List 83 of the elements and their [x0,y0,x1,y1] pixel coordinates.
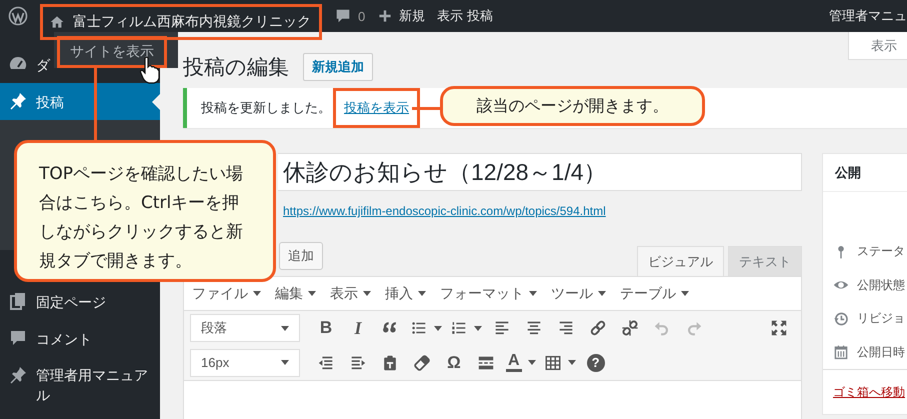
bold-button[interactable]: B [312,314,340,342]
add-new-button[interactable]: 新規追加 [303,53,373,81]
italic-button[interactable]: I [344,314,372,342]
add-media-button[interactable]: 追加 [279,242,323,270]
callout: TOPページを確認したい場合はこちら。Ctrlキーを押しながらクリックすると新規タブで開きます。 [14,140,276,282]
clock-icon [833,310,849,327]
speech-bubble-icon [8,328,28,348]
caret-icon [434,326,442,330]
pages-icon [8,291,28,311]
caret-icon [598,291,606,296]
caret-icon [308,291,316,296]
publish-setting-label: 公開状態 [857,276,905,294]
editor-menu[interactable]: ツール [551,284,606,302]
caret-icon [681,291,689,296]
publish-setting-label: 公開日時 [857,344,905,361]
clipboard-icon [381,354,399,372]
special-character-button[interactable]: Ω [440,348,468,376]
publish-setting-label: ステータ [857,243,905,260]
table-icon [544,354,562,372]
broken-link-icon [621,319,639,337]
sidebar-item[interactable]: ダ [0,46,60,83]
link-icon [589,319,607,337]
caret-icon [568,360,576,365]
caret-icon [474,326,482,330]
home-icon [49,14,65,30]
user-menu-link[interactable]: 管理者マニュ [829,7,907,25]
redo-icon [685,319,703,337]
caret-icon [281,326,289,330]
caret-icon [529,291,537,296]
caret-icon [528,360,536,365]
caret-icon [281,360,289,365]
editor-menu[interactable]: ファイル [192,284,261,302]
leader-line [412,107,440,110]
numbered-list-icon [450,319,468,337]
trash-link[interactable]: ゴミ箱へ移動 [833,385,905,399]
pushpin-icon [8,365,28,385]
site-name-link[interactable]: 富士フィルム西麻布内視鏡クリニック [40,4,322,40]
format-select[interactable]: 段落 [190,314,300,342]
view-post-link[interactable]: 表示 投稿 [437,7,493,25]
calendar-icon [833,344,849,360]
panel-heading: 公開 [823,154,907,192]
help-button[interactable]: ? [582,348,610,376]
comments-link[interactable]: 0 [334,7,366,25]
pushpin-icon [8,91,28,111]
page-title: 投稿の編集 [183,55,289,81]
page-break-icon [477,354,495,372]
editor-menu[interactable]: テーブル [620,284,689,302]
screen-options-button[interactable]: 表示 [848,32,907,60]
logo-icon [8,6,28,26]
permalink-link[interactable]: https://www.fujifilm-endoscopic-clinic.com/wp/topics/594.html [283,204,606,218]
editor-menu[interactable]: フォーマット [440,284,537,302]
new-content-link[interactable]: 新規 [377,7,426,25]
sidebar-item[interactable]: 管理者用マニュアル [0,357,160,413]
sidebar-item[interactable]: コメント [0,320,102,357]
indent-icon [349,354,367,372]
caret-icon [418,291,426,296]
align-left-icon [493,319,511,337]
editor-menu[interactable]: 挿入 [385,284,426,302]
align-right-icon [557,319,575,337]
expand-icon [770,319,788,337]
callout: 該当のページが開きます。 [440,86,705,126]
plus-icon [377,8,394,24]
hand-cursor-icon [139,56,161,84]
eraser-icon [413,354,431,372]
editor-menu[interactable]: 編集 [275,284,316,302]
align-center-icon [525,319,543,337]
publish-setting-label: リビジョ [857,310,905,328]
caret-icon [363,291,371,296]
sidebar-item[interactable]: 固定ページ [0,283,116,320]
editor-menu[interactable]: 表示 [330,284,371,302]
post-title-field[interactable]: 休診のお知らせ（12/28～1/4） [278,153,802,191]
leader-line [94,68,97,140]
view-post-link[interactable]: 投稿を表示 [333,88,420,128]
undo-icon [653,319,671,337]
format-select[interactable]: 16px [190,348,300,376]
outdent-icon [317,354,335,372]
text-color-button[interactable]: A [504,348,538,376]
current-arrow-icon [152,94,160,110]
sidebar-item[interactable]: 投稿 [0,83,160,120]
caret-icon [253,291,261,296]
notice-message: 投稿を更新しました。 [201,99,331,117]
speech-bubble-icon [334,7,352,25]
editor-tab[interactable]: ビジュアル [637,246,724,276]
